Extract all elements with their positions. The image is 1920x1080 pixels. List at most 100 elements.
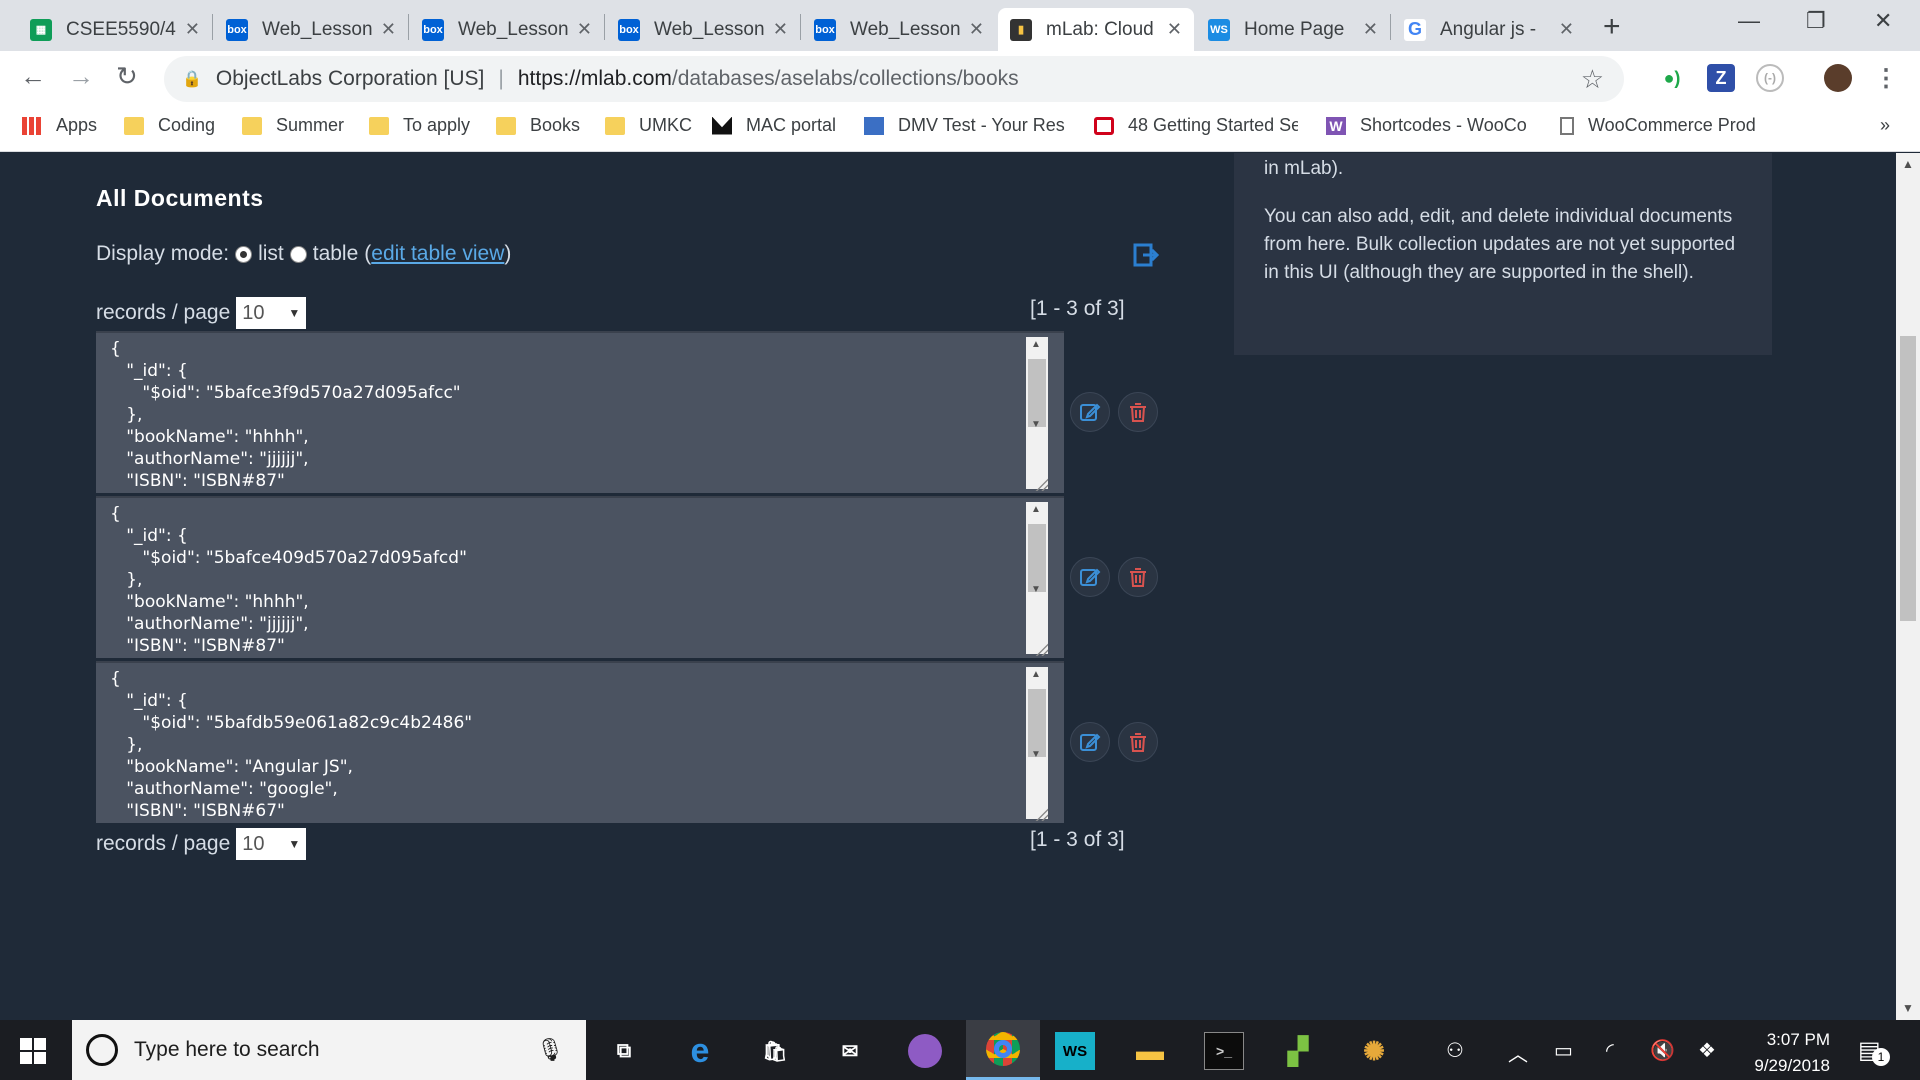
scroll-up-icon[interactable]: ▲ (1902, 157, 1914, 171)
menu-dots-icon[interactable]: ⋮ (1872, 64, 1900, 92)
windows-start-icon[interactable] (20, 1038, 46, 1064)
edge-icon[interactable]: e (680, 1032, 720, 1070)
table-mode-radio[interactable] (289, 245, 307, 263)
bookmark-apps[interactable]: Apps (22, 115, 97, 136)
back-button[interactable]: ← (20, 61, 46, 92)
taskbar-clock[interactable]: 3:07 PM 9/29/2018 (1730, 1027, 1830, 1079)
page-scrollbar[interactable]: ▲ ▼ (1896, 153, 1920, 1020)
scroll-down-icon[interactable]: ▼ (1031, 749, 1041, 760)
reload-button[interactable]: ↻ (116, 61, 138, 92)
document-scrollbar[interactable]: ▲ ▼ (1026, 667, 1048, 819)
bookmark-dmv[interactable]: DMV Test - Your Res (864, 115, 1074, 136)
document-editor[interactable]: { "_id": { "$oid": "5bafce3f9d570a27d095… (96, 331, 1064, 493)
tab-csee[interactable]: ▦ CSEE5590/4 ✕ (18, 8, 212, 51)
edit-document-button[interactable] (1070, 722, 1110, 762)
scroll-up-icon[interactable]: ▲ (1031, 669, 1041, 680)
tab-home-page[interactable]: WS Home Page ✕ (1196, 8, 1390, 51)
close-icon[interactable]: ✕ (1167, 19, 1182, 40)
close-icon[interactable]: ✕ (1559, 19, 1574, 40)
close-icon[interactable]: ✕ (969, 19, 984, 40)
restore-button[interactable]: ❐ (1806, 8, 1826, 34)
edit-table-view-link[interactable]: edit table view (371, 242, 504, 266)
new-tab-button[interactable]: + (1603, 10, 1621, 44)
zotero-icon[interactable]: Z (1707, 64, 1735, 92)
people-icon[interactable]: ⚇ (1446, 1038, 1464, 1063)
bookmark-coding[interactable]: Coding (124, 115, 215, 136)
bookmark-woocommerce[interactable]: WooCommerce Prod (1560, 115, 1760, 136)
tray-overflow-icon[interactable]: ︿ (1508, 1038, 1528, 1067)
resize-handle[interactable] (1034, 807, 1048, 821)
bookmark-mac-portal[interactable]: MAC portal (712, 115, 836, 136)
scroll-down-icon[interactable]: ▼ (1902, 1001, 1914, 1015)
microphone-icon[interactable]: 🎙 (536, 1037, 564, 1063)
webstorm-icon[interactable]: WS (1055, 1032, 1095, 1070)
document-scrollbar[interactable]: ▲ ▼ (1026, 337, 1048, 489)
scroll-thumb[interactable] (1028, 359, 1046, 427)
wifi-icon[interactable]: ◜ (1606, 1038, 1614, 1063)
taskbar-search[interactable]: Type here to search 🎙 (72, 1020, 586, 1080)
store-icon[interactable]: 🛍 (755, 1032, 795, 1070)
close-icon[interactable]: ✕ (381, 19, 396, 40)
edit-document-button[interactable] (1070, 392, 1110, 432)
tab-web-lesson-2[interactable]: box Web_Lesson ✕ (410, 8, 604, 51)
delete-document-button[interactable] (1118, 722, 1158, 762)
task-view-icon[interactable]: ⧉ (604, 1032, 644, 1070)
tab-angular[interactable]: G Angular js - ✕ (1392, 8, 1586, 51)
profile-avatar[interactable] (1824, 64, 1852, 92)
document-json[interactable]: { "_id": { "$oid": "5bafdb59e061a82c9c4b… (96, 663, 1064, 822)
dropbox-icon[interactable]: ❖ (1698, 1038, 1716, 1063)
bookmark-getting-started[interactable]: 48 Getting Started Se (1094, 115, 1298, 136)
file-explorer-icon[interactable]: ▬ (1130, 1032, 1170, 1070)
bookmark-summer[interactable]: Summer (242, 115, 344, 136)
delete-document-button[interactable] (1118, 392, 1158, 432)
delete-document-button[interactable] (1118, 557, 1158, 597)
scroll-thumb[interactable] (1028, 524, 1046, 592)
tab-web-lesson-4[interactable]: box Web_Lesson ✕ (802, 8, 996, 51)
document-json[interactable]: { "_id": { "$oid": "5bafce409d570a27d095… (96, 498, 1064, 657)
tab-web-lesson-3[interactable]: box Web_Lesson ✕ (606, 8, 800, 51)
close-window-button[interactable]: ✕ (1874, 8, 1892, 34)
forward-button[interactable]: → (68, 61, 94, 92)
close-icon[interactable]: ✕ (1363, 19, 1378, 40)
action-center-icon[interactable]: ▤ 1 (1858, 1036, 1890, 1066)
mail-icon[interactable]: ✉ (830, 1032, 870, 1070)
extension-green-icon[interactable]: ●) (1658, 64, 1686, 92)
scroll-up-icon[interactable]: ▲ (1031, 339, 1041, 350)
list-mode-radio[interactable] (235, 245, 253, 263)
page-scroll-thumb[interactable] (1900, 336, 1916, 621)
minimize-button[interactable]: — (1738, 8, 1760, 34)
address-bar[interactable]: 🔒 ObjectLabs Corporation [US] | https://… (164, 56, 1624, 102)
scroll-thumb[interactable] (1028, 689, 1046, 757)
resize-handle[interactable] (1034, 642, 1048, 656)
records-per-page-select[interactable]: 10 ▼ (236, 297, 307, 329)
bookmark-umkc[interactable]: UMKC (605, 115, 692, 136)
extension-circle-icon[interactable]: (-) (1756, 64, 1784, 92)
chrome-icon[interactable] (966, 1020, 1040, 1080)
export-icon[interactable] (1132, 241, 1160, 269)
terminal-icon[interactable]: >_ (1204, 1032, 1244, 1070)
battery-icon[interactable]: ▭ (1554, 1038, 1573, 1063)
volume-muted-icon[interactable]: 🔇 (1650, 1038, 1675, 1063)
close-icon[interactable]: ✕ (185, 19, 200, 40)
close-icon[interactable]: ✕ (773, 19, 788, 40)
bookmark-shortcodes[interactable]: W Shortcodes - WooCo (1326, 115, 1530, 136)
records-per-page-select[interactable]: 10 ▼ (236, 828, 307, 860)
edit-document-button[interactable] (1070, 557, 1110, 597)
bookmark-books[interactable]: Books (496, 115, 580, 136)
scroll-down-icon[interactable]: ▼ (1031, 419, 1041, 430)
close-icon[interactable]: ✕ (577, 19, 592, 40)
document-json[interactable]: { "_id": { "$oid": "5bafce3f9d570a27d095… (96, 333, 1064, 492)
document-editor[interactable]: { "_id": { "$oid": "5bafdb59e061a82c9c4b… (96, 661, 1064, 823)
scroll-down-icon[interactable]: ▼ (1031, 584, 1041, 595)
image-editor-icon[interactable]: ▞ (1278, 1032, 1318, 1070)
resize-handle[interactable] (1034, 477, 1048, 491)
bookmarks-overflow-button[interactable]: » (1880, 115, 1890, 136)
tab-mlab[interactable]: ▮ mLab: Cloud ✕ (998, 8, 1194, 51)
document-scrollbar[interactable]: ▲ ▼ (1026, 502, 1048, 654)
paint-icon[interactable]: ✺ (1354, 1032, 1394, 1070)
bookmark-to-apply[interactable]: To apply (369, 115, 470, 136)
github-desktop-icon[interactable] (905, 1032, 945, 1070)
scroll-up-icon[interactable]: ▲ (1031, 504, 1041, 515)
document-editor[interactable]: { "_id": { "$oid": "5bafce409d570a27d095… (96, 496, 1064, 658)
tab-web-lesson-1[interactable]: box Web_Lesson ✕ (214, 8, 408, 51)
